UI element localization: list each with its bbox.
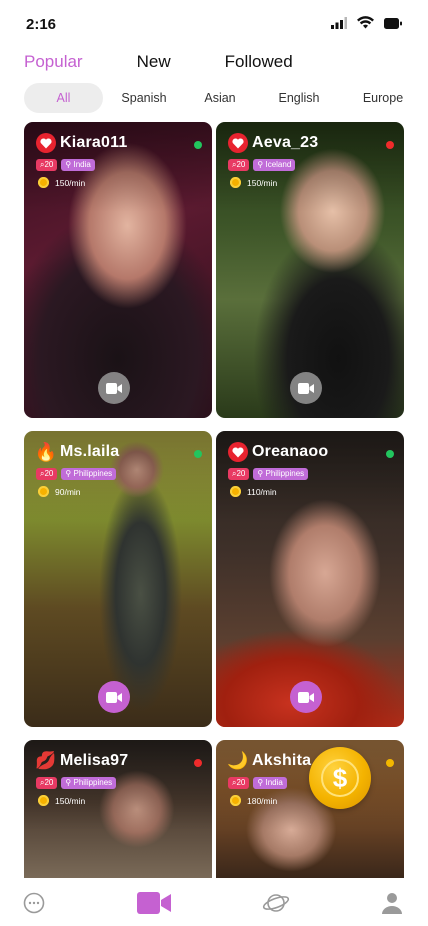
coin-icon — [38, 177, 49, 188]
profile-name: Akshita — [252, 752, 312, 769]
video-call-button[interactable] — [98, 372, 130, 404]
lips-icon: 💋 — [35, 751, 57, 770]
country-tag: ⚲ India — [253, 777, 287, 789]
message-count-tag: ⌕20 — [228, 468, 250, 480]
country-tag: ⚲ India — [61, 159, 95, 171]
filter-spanish[interactable]: Spanish — [103, 83, 185, 113]
coin-icon — [38, 486, 49, 497]
profile-name: Ms.laila — [60, 443, 120, 460]
filter-asian[interactable]: Asian — [185, 83, 255, 113]
recharge-coin-button[interactable]: $ — [309, 747, 371, 809]
call-rate: 180/min — [230, 795, 277, 806]
call-rate: 150/min — [38, 177, 85, 188]
profile-tags: ⌕20 ⚲ India — [36, 159, 95, 171]
heart-icon — [228, 133, 248, 153]
profile-card[interactable]: 💋 Melisa97 ⌕20 ⚲ Philippines 150/min — [24, 740, 212, 878]
moon-icon: 🌙 — [227, 751, 249, 770]
chat-icon[interactable] — [14, 888, 54, 918]
profile-card[interactable]: Kiara011 ⌕20 ⚲ India 150/min — [24, 122, 212, 418]
message-count-tag: ⌕20 — [36, 468, 58, 480]
message-count-tag: ⌕20 — [228, 159, 250, 171]
profile-card[interactable]: 🔥 Ms.laila ⌕20 ⚲ Philippines 90/min — [24, 431, 212, 727]
tab-followed[interactable]: Followed — [225, 52, 293, 72]
filter-english[interactable]: English — [255, 83, 343, 113]
call-rate: 150/min — [38, 795, 85, 806]
profile-tags: ⌕20 ⚲ Iceland — [228, 159, 296, 171]
status-dot — [194, 141, 202, 149]
profile-name: Melisa97 — [60, 752, 129, 769]
status-dot — [386, 450, 394, 458]
status-dot — [194, 759, 202, 767]
filter-europe[interactable]: Europe — [343, 83, 423, 113]
video-camera-icon — [106, 382, 122, 394]
flame-icon: 🔥 — [34, 441, 58, 462]
tab-new[interactable]: New — [137, 52, 171, 72]
country-tag: ⚲ Philippines — [61, 777, 117, 789]
country-tag: ⚲ Philippines — [253, 468, 309, 480]
status-dot — [386, 141, 394, 149]
profile-name: Kiara011 — [60, 134, 128, 151]
battery-icon — [384, 16, 402, 34]
video-camera-icon — [298, 382, 314, 394]
video-camera-icon — [298, 691, 314, 703]
bottom-navigation — [0, 878, 428, 926]
country-tag: ⚲ Iceland — [253, 159, 296, 171]
status-dot — [194, 450, 202, 458]
heart-icon — [36, 133, 56, 153]
profile-card[interactable]: Oreanaoo ⌕20 ⚲ Philippines 110/min — [216, 431, 404, 727]
video-call-button[interactable] — [290, 372, 322, 404]
planet-icon[interactable] — [256, 888, 296, 918]
profile-name: Oreanaoo — [252, 443, 329, 460]
status-icons — [331, 16, 402, 34]
video-call-button[interactable] — [290, 681, 322, 713]
video-camera-icon[interactable] — [134, 888, 174, 918]
status-time: 2:16 — [26, 16, 57, 33]
country-tag: ⚲ Philippines — [61, 468, 117, 480]
message-count-tag: ⌕20 — [228, 777, 250, 789]
signal-icon — [331, 16, 347, 34]
video-call-button[interactable] — [98, 681, 130, 713]
profile-tags: ⌕20 ⚲ India — [228, 777, 287, 789]
coin-icon — [230, 795, 241, 806]
dollar-coin-icon: $ — [321, 759, 359, 797]
call-rate: 90/min — [38, 486, 81, 497]
filter-chips: All Spanish Asian English Europe — [24, 83, 428, 113]
main-tabs: Popular New Followed — [24, 52, 347, 72]
message-count-tag: ⌕20 — [36, 159, 58, 171]
message-count-tag: ⌕20 — [36, 777, 58, 789]
tab-popular[interactable]: Popular — [24, 52, 83, 72]
video-camera-icon — [106, 691, 122, 703]
profile-card[interactable]: 🌙 Akshita ⌕20 ⚲ India 180/min — [216, 740, 404, 878]
status-bar: 2:16 — [0, 0, 428, 48]
profile-card[interactable]: Aeva_23 ⌕20 ⚲ Iceland 150/min — [216, 122, 404, 418]
call-rate: 150/min — [230, 177, 277, 188]
coin-icon — [230, 486, 241, 497]
profile-icon[interactable] — [372, 888, 412, 918]
profile-tags: ⌕20 ⚲ Philippines — [36, 777, 117, 789]
profile-tags: ⌕20 ⚲ Philippines — [36, 468, 117, 480]
wifi-icon — [357, 16, 374, 34]
filter-all[interactable]: All — [24, 83, 103, 113]
svg-text:$: $ — [333, 763, 348, 793]
status-dot — [386, 759, 394, 767]
profile-name: Aeva_23 — [252, 134, 319, 151]
call-rate: 110/min — [230, 486, 277, 497]
coin-icon — [38, 795, 49, 806]
heart-icon — [228, 442, 248, 462]
coin-icon — [230, 177, 241, 188]
profile-tags: ⌕20 ⚲ Philippines — [228, 468, 309, 480]
